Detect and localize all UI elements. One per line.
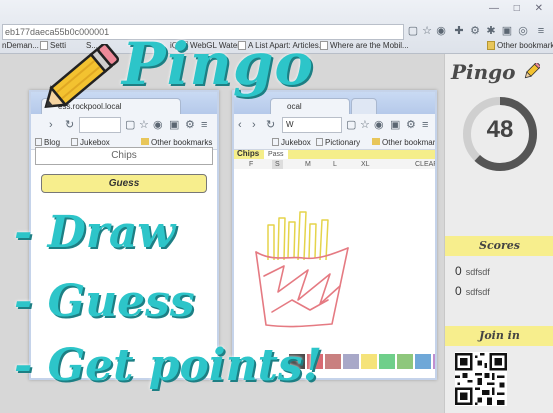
window-controls[interactable]: — □ ✕: [489, 3, 549, 14]
browser-tab[interactable]: ocal: [270, 98, 350, 114]
player-name: sdfsdf: [465, 287, 490, 297]
extension-icon[interactable]: ▣: [169, 118, 179, 132]
player-score-row: 0 sdfsdf: [455, 264, 490, 278]
page-icon: [320, 41, 328, 50]
gear-icon[interactable]: ⚙: [406, 118, 416, 132]
back-icon[interactable]: ‹: [238, 118, 242, 132]
page-icon[interactable]: ▢: [406, 25, 420, 38]
new-tab-button[interactable]: [351, 98, 377, 114]
player-name: sdfsdf: [465, 267, 490, 277]
player-score-row: 0 sdfsdf: [455, 284, 490, 298]
other-bookmarks[interactable]: Other bookmarks: [487, 41, 553, 50]
page-icon[interactable]: ▢: [125, 118, 135, 132]
size-option-l[interactable]: L: [330, 160, 340, 169]
wrench-icon[interactable]: ✱: [484, 25, 498, 38]
panel-logo: Pingo: [451, 60, 542, 84]
join-heading: Join in: [445, 326, 553, 346]
star-icon[interactable]: ☆: [360, 118, 370, 132]
score-value: 48: [486, 116, 514, 143]
folder-icon: [141, 138, 149, 145]
color-swatch-selected[interactable]: [360, 353, 378, 370]
pencil-icon: [44, 44, 120, 109]
gear-icon[interactable]: ⚙: [468, 25, 482, 38]
color-swatch[interactable]: [379, 354, 395, 369]
promo-title: Pingo: [122, 30, 315, 98]
address-bar[interactable]: [79, 117, 121, 133]
fries-box-stroke: [255, 247, 349, 328]
brush-size-row: F S M L XL CLEAR: [234, 159, 435, 169]
bookmark-item[interactable]: Blog: [35, 138, 60, 147]
page-icon: [316, 138, 323, 146]
gear-icon[interactable]: ⚙: [185, 118, 195, 132]
drawing-canvas[interactable]: [248, 200, 368, 350]
folder-icon: [372, 138, 380, 145]
guess-input[interactable]: Chips: [35, 147, 213, 165]
scores-heading: Scores: [445, 236, 553, 256]
extension-icon[interactable]: ◉: [434, 25, 448, 38]
promo-line-points: - Get points!: [14, 340, 323, 391]
forward-icon[interactable]: ›: [252, 118, 256, 132]
reload-icon[interactable]: ↻: [266, 118, 275, 132]
other-bookmarks[interactable]: Other bookmarks: [141, 138, 212, 147]
color-swatch[interactable]: [343, 354, 359, 369]
other-bookmarks[interactable]: Other bookmarks: [372, 138, 435, 147]
star-icon[interactable]: ☆: [139, 118, 149, 132]
qr-code[interactable]: [455, 352, 507, 406]
menu-icon[interactable]: ≡: [422, 118, 428, 132]
panel-logo-text: Pingo: [451, 60, 516, 84]
bookmark-item[interactable]: Jukebox: [272, 138, 311, 147]
secret-word: Chips: [237, 149, 260, 158]
page-icon: [35, 138, 42, 146]
page-icon: [71, 138, 78, 146]
pencil-icon: [525, 61, 542, 79]
color-swatch[interactable]: [325, 354, 341, 369]
menu-icon[interactable]: ≡: [534, 25, 548, 38]
bookmark-item[interactable]: Pictionary: [316, 138, 360, 147]
bookmark-item[interactable]: Jukebox: [71, 138, 110, 147]
folder-icon: [487, 41, 495, 50]
color-swatch[interactable]: [433, 354, 435, 369]
extension-icon[interactable]: ◉: [374, 118, 384, 132]
player-points: 0: [455, 284, 462, 298]
color-swatch[interactable]: [397, 354, 413, 369]
clear-button[interactable]: CLEAR: [412, 160, 435, 169]
guess-button[interactable]: Guess: [41, 174, 207, 193]
star-icon[interactable]: ☆: [420, 25, 434, 38]
menu-icon[interactable]: ≡: [201, 118, 207, 132]
page-icon: [272, 138, 279, 146]
address-bar[interactable]: W: [282, 117, 342, 133]
puzzle-icon[interactable]: ✚: [452, 25, 466, 38]
size-option-m[interactable]: M: [302, 160, 314, 169]
promo-line-draw: - Draw: [14, 207, 176, 258]
forward-icon[interactable]: ›: [49, 118, 53, 132]
extension-icon[interactable]: ▣: [500, 25, 514, 38]
page-icon[interactable]: ▢: [346, 118, 356, 132]
reload-icon[interactable]: ↻: [65, 118, 74, 132]
pass-button[interactable]: Pass: [264, 150, 288, 159]
ring-icon[interactable]: ◎: [516, 25, 530, 38]
drawing-toolbar: Chips Pass: [234, 149, 435, 159]
browser-toolbar: ‹ › ↻ W ▢ ☆ ◉ ▣ ⚙ ≡: [234, 114, 435, 136]
drawer-browser-window: ocal ‹ › ↻ W ▢ ☆ ◉ ▣ ⚙ ≡ Jukebox Piction…: [232, 90, 437, 380]
size-option-s[interactable]: S: [272, 160, 283, 169]
extension-icon[interactable]: ▣: [390, 118, 400, 132]
extension-icon[interactable]: ◉: [153, 118, 163, 132]
browser-toolbar: › ↻ ▢ ☆ ◉ ▣ ⚙ ≡: [31, 114, 217, 136]
fries-sticks-stroke: [267, 211, 329, 261]
bookmark-item[interactable]: Where are the Mobil...: [320, 41, 409, 50]
player-points: 0: [455, 264, 462, 278]
color-swatch[interactable]: [415, 354, 431, 369]
size-option-f[interactable]: F: [246, 160, 256, 169]
promo-line-guess: - Guess: [14, 276, 195, 327]
size-option-xl[interactable]: XL: [358, 160, 373, 169]
bookmarks-bar: Jukebox Pictionary Other bookmarks: [234, 136, 435, 150]
pingo-side-panel: Pingo 48 Scores 0 sdfsdf 0 sdfsdf Join in: [444, 54, 553, 413]
